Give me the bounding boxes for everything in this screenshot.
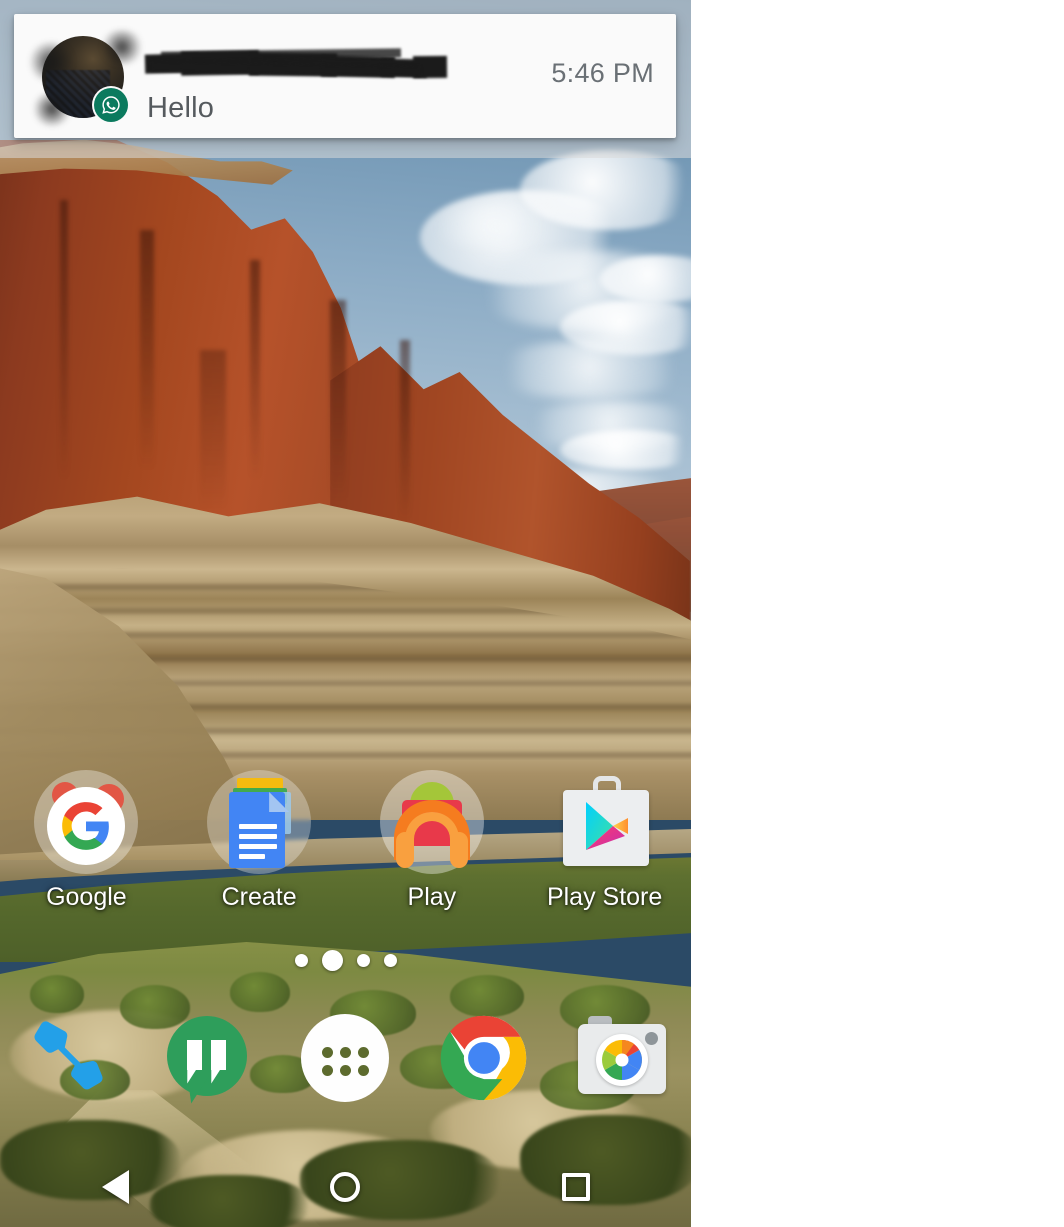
notification-card[interactable]: Hello 5:46 PM	[14, 14, 676, 138]
google-docs-icon[interactable]	[207, 770, 312, 874]
nav-back-button[interactable]	[0, 1170, 230, 1204]
screenshot-root: Hello 5:46 PM Google Create Play Play St…	[0, 0, 1064, 1227]
camera-icon[interactable]	[574, 1010, 670, 1106]
app-drawer-icon[interactable]	[297, 1010, 393, 1106]
page-dot[interactable]	[356, 954, 370, 967]
google-folder-icon[interactable]	[34, 770, 139, 874]
page-dot[interactable]	[294, 954, 308, 967]
dock-item-camera[interactable]	[553, 1010, 691, 1106]
recents-square-icon[interactable]	[561, 1173, 590, 1201]
whatsapp-icon	[94, 88, 128, 122]
notification-timestamp: 5:46 PM	[551, 58, 654, 88]
phone-icon[interactable]	[21, 1010, 117, 1106]
dock-item-app-drawer[interactable]	[276, 1010, 414, 1106]
page-dot[interactable]	[383, 954, 397, 967]
nav-recents-button[interactable]	[461, 1173, 691, 1201]
app-google[interactable]: Google	[0, 770, 173, 930]
hangouts-icon[interactable]	[159, 1010, 255, 1106]
navigation-bar	[0, 1147, 691, 1227]
redaction-scribble	[144, 48, 448, 80]
app-play[interactable]: Play	[346, 770, 519, 930]
app-create[interactable]: Create	[173, 770, 346, 930]
notification-message: Hello	[147, 92, 215, 124]
page-indicator	[0, 950, 691, 971]
avatar	[28, 30, 144, 126]
nav-home-button[interactable]	[230, 1172, 460, 1202]
app-play-store[interactable]: Play Store	[518, 770, 691, 930]
play-store-icon[interactable]	[553, 770, 657, 874]
home-circle-icon[interactable]	[330, 1172, 361, 1202]
dock-item-hangouts[interactable]	[138, 1010, 276, 1106]
home-app-row: Google Create Play Play Store	[0, 770, 691, 930]
app-label: Google	[46, 883, 127, 911]
phone-screen: Hello 5:46 PM Google Create Play Play St…	[0, 0, 691, 1227]
notification-shade: Hello 5:46 PM	[0, 0, 691, 158]
page-dot-active[interactable]	[321, 950, 343, 971]
chrome-icon[interactable]	[436, 1010, 532, 1106]
app-label: Play Store	[546, 883, 663, 911]
app-label: Play	[407, 883, 457, 911]
play-music-icon[interactable]	[379, 770, 484, 874]
back-triangle-icon[interactable]	[101, 1170, 129, 1204]
app-label: Create	[221, 883, 297, 911]
dock-item-chrome[interactable]	[415, 1010, 553, 1106]
dock	[0, 1005, 691, 1110]
dock-item-phone[interactable]	[0, 1010, 138, 1106]
